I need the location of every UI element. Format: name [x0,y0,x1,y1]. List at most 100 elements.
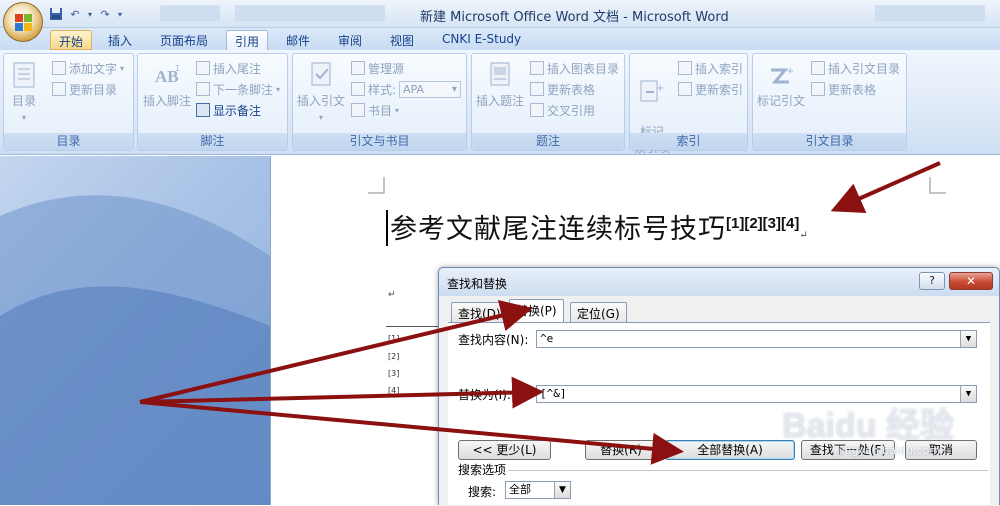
page-corner-mark [368,177,385,194]
group-index: + 标记 索引项 插入索引 更新索引 索引 [629,53,748,155]
workspace-swoosh [0,195,270,505]
cross-reference-button[interactable]: 交叉引用 [530,101,595,119]
paragraph-mark: ↵ [799,230,809,241]
update-table-button[interactable]: 更新表格 [530,80,595,98]
endnote-item: [1] [388,334,400,343]
search-options-label: 搜索选项 [458,463,507,477]
add-text-button[interactable]: 添加文字 ▾ [52,59,124,77]
group-caption: 插入题注 插入图表目录 更新表格 交叉引用 题注 [471,53,625,151]
save-icon[interactable] [48,6,64,22]
tab-goto[interactable]: 定位(G) [570,302,627,322]
toc-icon [13,62,35,88]
text-cursor [386,210,388,246]
tab-mailings[interactable]: 邮件 [278,30,318,50]
svg-text:+: + [786,66,794,77]
group-label-index: 索引 [630,133,747,150]
next-footnote-button[interactable]: 下一条脚注 ▾ [196,80,280,98]
chevron-down-icon[interactable]: ▼ [960,331,976,347]
insert-footnote-button[interactable]: AB 1 插入脚注 [143,62,191,109]
show-notes-button[interactable]: 显示备注 [196,101,261,119]
tab-view[interactable]: 视图 [382,30,422,50]
tab-replace[interactable]: 替换(P) [509,299,564,323]
update-index-icon [678,82,692,96]
dropdown-icon[interactable]: ▾ [86,6,94,22]
tab-find[interactable]: 查找(D) [451,302,508,322]
update-icon [52,82,66,96]
tab-review[interactable]: 审阅 [330,30,370,50]
endnote-separator [386,326,446,327]
group-label-footnote: 脚注 [138,133,287,150]
office-button[interactable] [3,2,43,42]
document-title[interactable]: 参考文献尾注连续标号技巧[1][2][3][4]↵ [390,207,809,246]
chevron-down-icon[interactable]: ▼ [960,386,976,402]
redo-icon[interactable]: ↷ [97,6,113,22]
endnote-item: [4] [388,386,400,395]
dialog-title: 查找和替换 [447,277,508,291]
table-of-figures-icon [530,61,544,75]
insert-caption-button[interactable]: 插入题注 [476,62,524,109]
insert-toa-button[interactable]: 插入引文目录 [811,59,900,77]
tab-references[interactable]: 引用 [226,30,269,50]
find-input[interactable]: ^e ▼ [536,330,977,348]
tab-home[interactable]: 开始 [50,30,93,50]
dialog-title-bar[interactable]: 查找和替换 ? ✕ [439,268,999,296]
background-window-ghost [235,5,385,21]
ribbon: 目录 ▾ 添加文字 ▾ 更新目录 目录 AB 1 插入脚注 插入尾注 下一条脚注 ▾ 显… [0,50,1000,155]
endnote-superscripts: [1][2][3][4] [726,215,800,232]
insert-table-of-figures-button[interactable]: 插入图表目录 [530,59,619,77]
search-direction-value: 全部 [509,483,531,496]
mark-citation-button[interactable]: + 标记引文 [757,62,805,109]
update-table-icon [530,82,544,96]
mark-entry-icon: + [640,80,664,102]
tab-insert[interactable]: 插入 [100,30,140,50]
background-window-ghost [160,5,220,21]
baidu-watermark: Baidu 经验 [782,407,954,445]
update-toa-button[interactable]: 更新表格 [811,80,876,98]
dialog-close-button[interactable]: ✕ [949,272,993,290]
find-input-value: ^e [540,332,554,345]
customize-qat-icon[interactable]: ▾ [116,6,124,22]
add-text-icon [52,61,66,75]
group-label-citation: 引文与书目 [293,133,466,150]
style-control: 样式: APA [351,80,462,98]
next-footnote-icon [196,82,210,96]
search-direction-label: 搜索: [468,485,497,499]
update-toc-button[interactable]: 更新目录 [52,80,117,98]
svg-text:1: 1 [175,64,180,73]
group-footnote: AB 1 插入脚注 插入尾注 下一条脚注 ▾ 显示备注 脚注 [137,53,288,151]
endnote-item: [3] [388,369,400,378]
bibliography-button[interactable]: 书目 ▾ [351,101,399,119]
replace-input-value: [^&] [540,387,567,400]
update-index-button[interactable]: 更新索引 [678,80,743,98]
endnote-item: [2] [388,352,400,361]
svg-text:+: + [656,83,664,94]
undo-icon[interactable]: ↶ [67,6,83,22]
manage-sources-button[interactable]: 管理源 [351,59,404,77]
style-select[interactable]: APA [399,80,462,98]
less-button[interactable]: << 更少(L) [458,440,551,460]
insert-citation-button[interactable]: 插入引文 ▾ [297,62,345,123]
tab-page-layout[interactable]: 页面布局 [152,30,216,50]
insert-endnote-button[interactable]: 插入尾注 [196,59,261,77]
find-label: 查找内容(N): [458,333,529,347]
insert-caption-icon [490,62,510,86]
group-label-toc: 目录 [4,133,133,150]
tab-cnki-estudy[interactable]: CNKI E-Study [434,30,529,50]
replace-button[interactable]: 替换(R) [585,440,657,460]
show-notes-icon [196,103,210,117]
search-direction-select[interactable]: 全部 ▼ [505,481,571,499]
insert-index-icon [678,61,692,75]
ribbon-tabs: 开始 插入 页面布局 引用 邮件 审阅 视图 CNKI E-Study [0,28,1000,50]
quick-access-toolbar: ↶ ▾ ↷ ▾ [48,5,124,23]
group-citation: 插入引文▾ 管理源 样式: APA 书目▾ 引文与书目 [292,53,467,151]
insert-citation-icon [311,62,331,86]
toc-button[interactable]: 目录 ▾ [10,62,38,123]
chevron-down-icon[interactable]: ▼ [554,482,570,498]
replace-all-button[interactable]: 全部替换(A) [665,440,795,460]
dialog-help-button[interactable]: ? [919,272,945,290]
page-corner-mark [929,177,946,194]
baidu-watermark-url: jingyan.baidu.com [838,444,940,457]
window-title: 新建 Microsoft Office Word 文档 - Microsoft … [420,10,729,25]
replace-label: 替换为(I): [458,388,511,402]
insert-index-button[interactable]: 插入索引 [678,59,743,77]
